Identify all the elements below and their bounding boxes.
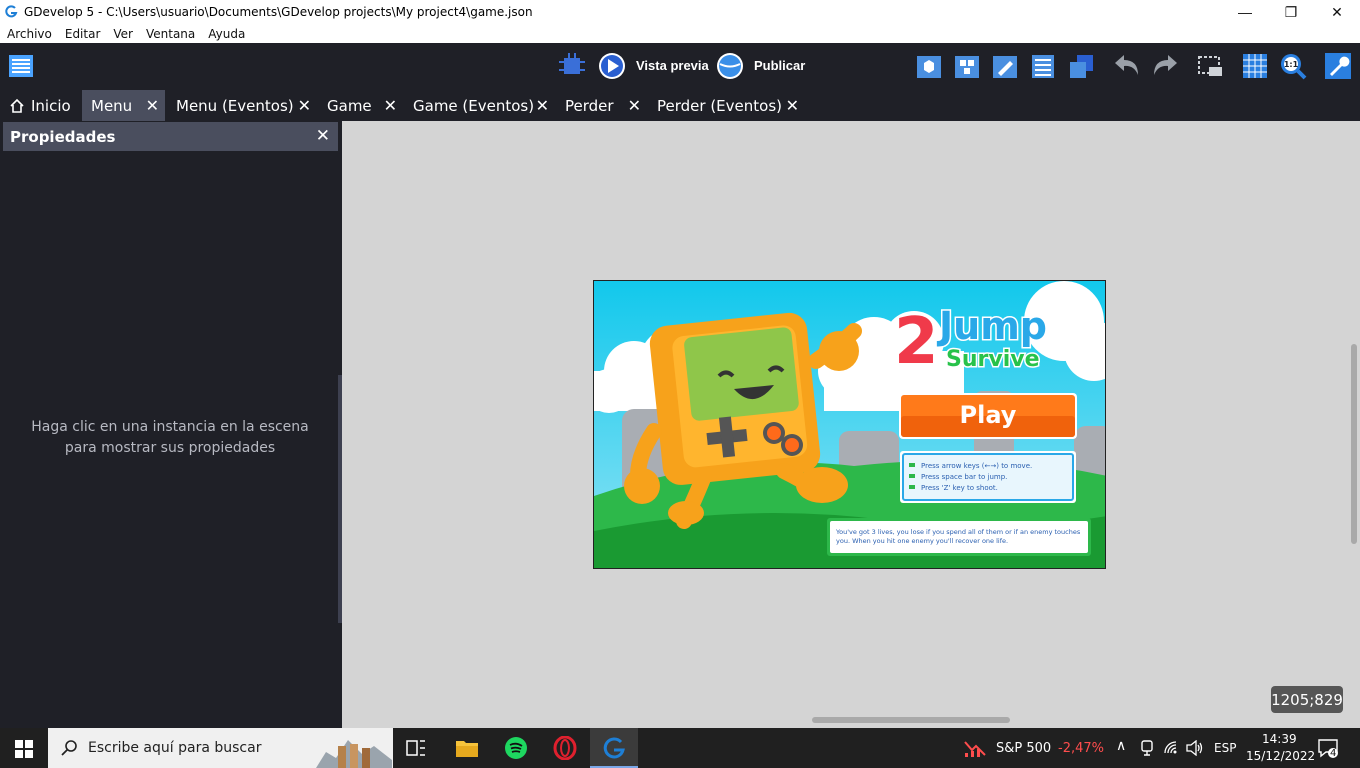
- close-tab-icon[interactable]: ✕: [536, 96, 549, 115]
- device-icon[interactable]: [1140, 740, 1154, 756]
- close-tab-icon[interactable]: ✕: [786, 96, 799, 115]
- screenshot-icon[interactable]: [1195, 51, 1225, 81]
- tab-perder[interactable]: Perder ✕: [555, 90, 647, 121]
- properties-title: Propiedades: [10, 128, 116, 146]
- menu-ver[interactable]: Ver: [113, 27, 133, 41]
- preview-button-label[interactable]: Vista previa: [636, 58, 709, 73]
- stock-name[interactable]: S&P 500: [996, 741, 1051, 756]
- windows-start-icon[interactable]: [15, 740, 33, 758]
- properties-edit-icon[interactable]: [990, 51, 1020, 81]
- close-tab-icon[interactable]: ✕: [384, 96, 397, 115]
- publish-globe-icon[interactable]: [715, 51, 745, 81]
- tab-label: Perder: [565, 96, 614, 115]
- tab-perder-eventos[interactable]: Perder (Eventos) ✕: [647, 90, 805, 121]
- properties-panel: Propiedades ✕ Haga clic en una instancia…: [0, 121, 342, 728]
- scene-artwork: 2 Jump Survive Play Press arrow keys (←→…: [594, 281, 1105, 568]
- opera-icon[interactable]: [553, 736, 577, 760]
- tab-inicio[interactable]: Inicio: [0, 90, 82, 121]
- tab-label: Game: [327, 96, 372, 115]
- spotify-icon[interactable]: [504, 736, 528, 760]
- notifications-icon[interactable]: [1318, 739, 1340, 759]
- stock-chart-icon[interactable]: [963, 738, 987, 758]
- tab-label: Menu: [91, 96, 133, 115]
- properties-header: Propiedades ✕: [3, 122, 338, 151]
- notification-count: 4: [1330, 748, 1337, 759]
- search-highlight-image: [316, 740, 392, 768]
- file-explorer-icon[interactable]: [455, 738, 479, 758]
- close-tab-icon[interactable]: ✕: [146, 96, 159, 115]
- svg-text:1:1: 1:1: [1284, 60, 1299, 69]
- instances-list-icon[interactable]: [1028, 51, 1058, 81]
- gdevelop-icon: [603, 737, 625, 759]
- layers-icon[interactable]: [1066, 51, 1096, 81]
- task-view-icon[interactable]: [406, 739, 426, 757]
- horizontal-scrollbar[interactable]: [812, 717, 1010, 723]
- menu-archivo[interactable]: Archivo: [7, 27, 52, 41]
- close-tab-icon[interactable]: ✕: [298, 96, 311, 115]
- lives-note: You've got 3 lives, you lose if you spen…: [836, 528, 1081, 545]
- minimize-button[interactable]: —: [1222, 0, 1268, 24]
- redo-icon[interactable]: [1150, 51, 1180, 81]
- search-placeholder: Escribe aquí para buscar: [88, 740, 262, 756]
- title-line2: Survive: [946, 347, 1040, 372]
- object-groups-icon[interactable]: [952, 51, 982, 81]
- search-icon: [61, 740, 77, 756]
- stock-change: -2,47%: [1058, 741, 1104, 756]
- instruction-jump: Press space bar to jump.: [921, 473, 1007, 481]
- tab-label: Inicio: [31, 96, 71, 115]
- project-manager-icon[interactable]: [6, 51, 36, 81]
- editor-tabs: Inicio Menu ✕ Menu (Eventos) ✕ Game ✕ Ga…: [0, 90, 1360, 121]
- clock-time[interactable]: 14:39: [1262, 732, 1297, 746]
- tab-label: Game (Eventos): [413, 96, 535, 115]
- zoom-reset-icon[interactable]: 1:1: [1278, 51, 1308, 81]
- chevron-up-icon[interactable]: ∧: [1116, 738, 1126, 754]
- volume-icon[interactable]: [1186, 740, 1204, 756]
- play-button[interactable]: Play: [960, 401, 1017, 429]
- settings-wrench-icon[interactable]: [1323, 51, 1353, 81]
- menu-editar[interactable]: Editar: [65, 27, 101, 41]
- scene-canvas[interactable]: 2 Jump Survive Play Press arrow keys (←→…: [342, 121, 1360, 728]
- title-bar: GDevelop 5 - C:\Users\usuario\Documents\…: [0, 0, 1360, 24]
- tab-menu-eventos[interactable]: Menu (Eventos) ✕: [165, 90, 317, 121]
- title-line1: Jump: [936, 304, 1047, 348]
- tab-label: Perder (Eventos): [657, 96, 782, 115]
- close-panel-icon[interactable]: ✕: [316, 126, 330, 146]
- menu-ventana[interactable]: Ventana: [146, 27, 195, 41]
- properties-hint: Haga clic en una instancia en la escena …: [31, 419, 309, 456]
- grid-icon[interactable]: [1240, 51, 1270, 81]
- instruction-move: Press arrow keys (←→) to move.: [921, 462, 1032, 470]
- gdevelop-logo-icon: [5, 5, 18, 18]
- window-controls: — ❐ ✕: [1222, 0, 1360, 24]
- gdevelop-taskbar-item[interactable]: [590, 728, 638, 768]
- windows-taskbar: Escribe aquí para buscar S&P 500 -2,47% …: [0, 728, 1360, 768]
- wifi-icon[interactable]: [1163, 740, 1179, 756]
- tab-label: Menu (Eventos): [176, 96, 294, 115]
- menu-bar: Archivo Editar Ver Ventana Ayuda: [0, 24, 1360, 43]
- game-scene-preview[interactable]: 2 Jump Survive Play Press arrow keys (←→…: [593, 280, 1106, 569]
- tab-game-eventos[interactable]: Game (Eventos) ✕: [403, 90, 555, 121]
- title-number: 2: [894, 305, 939, 379]
- maximize-button[interactable]: ❐: [1268, 0, 1314, 24]
- toolbar: Vista previa Publicar 1:1: [0, 43, 1360, 90]
- play-icon[interactable]: [597, 51, 627, 81]
- taskbar-search[interactable]: Escribe aquí para buscar: [48, 728, 393, 768]
- window-title: GDevelop 5 - C:\Users\usuario\Documents\…: [24, 5, 533, 19]
- home-icon: [10, 98, 24, 113]
- undo-icon[interactable]: [1112, 51, 1142, 81]
- clock-date[interactable]: 15/12/2022: [1246, 749, 1315, 763]
- object-icon[interactable]: [914, 51, 944, 81]
- tab-game[interactable]: Game ✕: [317, 90, 403, 121]
- language-indicator[interactable]: ESP: [1214, 741, 1236, 755]
- debugger-icon[interactable]: [557, 51, 587, 81]
- instruction-shoot: Press 'Z' key to shoot.: [921, 484, 998, 492]
- close-tab-icon[interactable]: ✕: [628, 96, 641, 115]
- publish-button-label[interactable]: Publicar: [754, 58, 805, 73]
- tab-menu[interactable]: Menu ✕: [82, 90, 165, 121]
- cursor-coordinates: 1205;829: [1271, 686, 1343, 713]
- close-window-button[interactable]: ✕: [1314, 0, 1360, 24]
- menu-ayuda[interactable]: Ayuda: [208, 27, 245, 41]
- vertical-scrollbar[interactable]: [1351, 344, 1357, 544]
